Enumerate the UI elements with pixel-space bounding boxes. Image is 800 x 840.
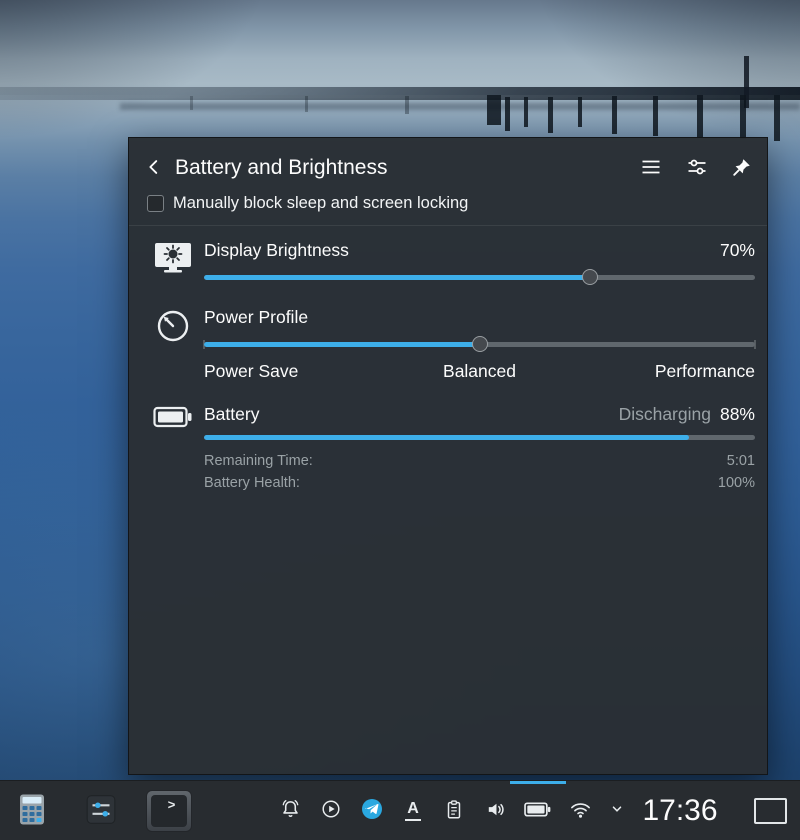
detail-row: Remaining Time: 5:01 xyxy=(204,450,755,472)
profile-option-balanced[interactable]: Balanced xyxy=(388,361,572,382)
brightness-track[interactable] xyxy=(204,275,755,280)
tray-expander-button[interactable] xyxy=(609,799,625,823)
brightness-row: Display Brightness 70% xyxy=(141,238,755,285)
wifi-tray-button[interactable] xyxy=(568,799,592,823)
pier-post xyxy=(305,96,308,112)
pier-post xyxy=(487,95,501,125)
power-profile-handle[interactable] xyxy=(472,336,488,352)
detail-row: Battery Health: 100% xyxy=(204,472,755,494)
popup-header: Battery and Brightness xyxy=(141,150,755,186)
clipboard-tray-button[interactable] xyxy=(442,799,466,823)
battery-charge-bar xyxy=(204,435,755,440)
keyboard-layout-icon: A xyxy=(405,801,421,821)
power-profile-options: Power Save Balanced Performance xyxy=(204,361,755,382)
power-profile-label: Power Profile xyxy=(204,305,308,329)
pier-post xyxy=(774,95,780,141)
terminal-task-button[interactable]: > xyxy=(146,790,192,832)
volume-tray-button[interactable] xyxy=(483,799,507,823)
brightness-value: 70% xyxy=(720,238,755,262)
battery-health-label: Battery Health: xyxy=(204,472,300,494)
pier-post xyxy=(697,95,703,137)
pier-post xyxy=(578,97,582,127)
power-profile-row: Power Profile Power Save Balanced xyxy=(141,305,755,382)
terminal-prompt-glyph: > xyxy=(168,798,176,813)
battery-health-value: 100% xyxy=(718,472,755,494)
clock[interactable]: 17:36 xyxy=(632,781,728,840)
sliders-configure-icon xyxy=(685,155,709,182)
block-sleep-checkbox[interactable] xyxy=(147,195,164,212)
brightness-fill xyxy=(204,275,590,280)
remaining-time-label: Remaining Time: xyxy=(204,450,313,472)
desktop: Battery and Brightness xyxy=(0,0,800,840)
battery-popup: Battery and Brightness xyxy=(128,137,768,775)
pier-post xyxy=(612,96,617,134)
profile-option-performance[interactable]: Performance xyxy=(571,361,755,382)
monitor-brightness-icon xyxy=(141,238,204,285)
wifi-icon xyxy=(569,798,592,824)
power-profile-slider[interactable] xyxy=(204,336,755,352)
brightness-slider[interactable] xyxy=(204,269,755,285)
speedometer-icon xyxy=(141,305,204,382)
mixer-launcher[interactable] xyxy=(84,792,118,829)
block-sleep-row[interactable]: Manually block sleep and screen locking xyxy=(147,194,755,213)
clipboard-icon xyxy=(443,798,465,824)
media-player-tray-button[interactable] xyxy=(319,799,343,823)
telegram-icon xyxy=(360,797,384,824)
bell-icon xyxy=(279,798,302,824)
volume-icon xyxy=(484,798,507,824)
remaining-time-value: 5:01 xyxy=(727,450,755,472)
pier-post xyxy=(405,96,409,114)
power-profile-fill xyxy=(204,342,480,347)
media-play-icon xyxy=(320,798,342,823)
pier-post xyxy=(653,96,658,136)
hamburger-menu-icon xyxy=(639,155,663,182)
battery-status: Discharging xyxy=(619,402,711,426)
pier-post xyxy=(740,95,746,139)
pier-silhouette xyxy=(0,87,800,95)
pin-button[interactable] xyxy=(729,154,755,183)
battery-details: Remaining Time: 5:01 Battery Health: 100… xyxy=(204,450,755,494)
pier-post xyxy=(524,97,528,127)
telegram-tray-button[interactable] xyxy=(360,799,384,823)
back-button[interactable] xyxy=(141,154,167,183)
system-tray: A xyxy=(278,781,625,840)
profile-option-power-save[interactable]: Power Save xyxy=(204,361,388,382)
header-actions xyxy=(637,153,755,184)
battery-value: 88% xyxy=(720,402,755,426)
pin-icon xyxy=(731,156,753,181)
sliders-tile-icon xyxy=(84,792,118,829)
show-desktop-button[interactable] xyxy=(754,798,787,824)
popup-content: Display Brightness 70% xyxy=(141,226,755,494)
pier-underside xyxy=(0,95,800,100)
pier-post xyxy=(505,97,510,131)
terminal-icon: > xyxy=(146,790,192,832)
overflow-menu-button[interactable] xyxy=(637,153,665,184)
battery-row: Battery Discharging 88% Remaining Time: … xyxy=(141,402,755,494)
taskbar: > xyxy=(0,780,800,840)
notifications-tray-button[interactable] xyxy=(278,799,302,823)
back-chevron-icon xyxy=(143,156,165,181)
battery-charge-fill xyxy=(204,435,689,440)
brightness-handle[interactable] xyxy=(582,269,598,285)
chevron-down-icon xyxy=(610,802,624,819)
calculator-launcher[interactable] xyxy=(16,792,48,829)
block-sleep-label: Manually block sleep and screen locking xyxy=(173,194,468,213)
pier-post xyxy=(548,97,553,133)
battery-icon xyxy=(141,402,204,494)
battery-tray-button[interactable] xyxy=(524,799,551,823)
pier-post xyxy=(190,96,193,110)
battery-label: Battery xyxy=(204,402,259,426)
calculator-icon xyxy=(16,792,48,829)
configure-button[interactable] xyxy=(683,153,711,184)
popup-title: Battery and Brightness xyxy=(175,156,387,180)
battery-tray-icon xyxy=(524,801,551,821)
keyboard-layout-tray-button[interactable]: A xyxy=(401,799,425,823)
brightness-label: Display Brightness xyxy=(204,238,349,262)
